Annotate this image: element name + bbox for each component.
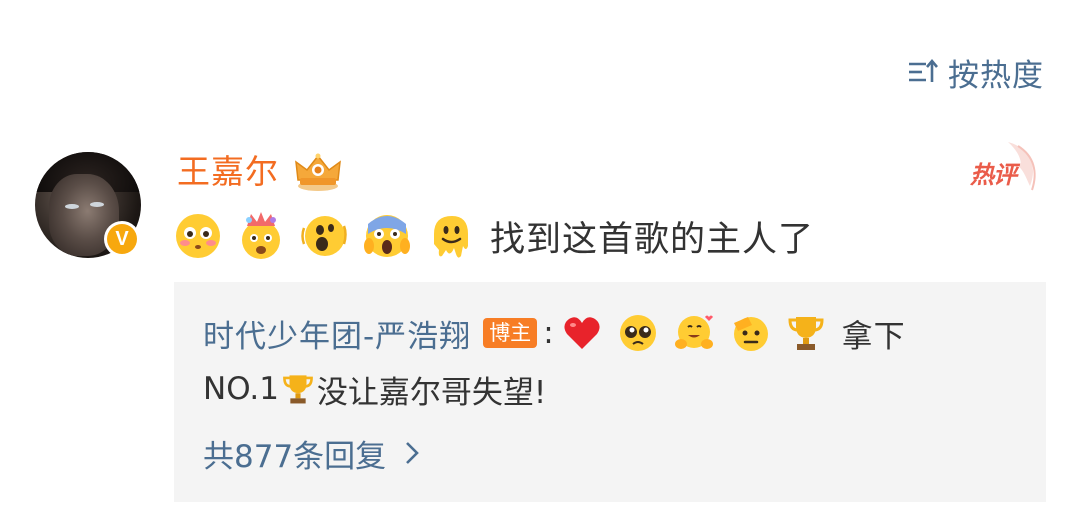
flushed-face-emoji (176, 214, 220, 258)
saluting-face-emoji (733, 317, 768, 351)
verified-badge: V (104, 221, 140, 257)
verified-v-icon: V (107, 224, 137, 254)
chevron-right-icon (406, 442, 420, 464)
comment-text: 找到这首歌的主人了 (490, 219, 815, 260)
hot-comment-label: 热评 (970, 161, 1017, 189)
red-heart-emoji (564, 317, 600, 349)
avatar-eye (65, 204, 79, 209)
reply-text: NO.1 (203, 371, 279, 407)
view-all-replies-link[interactable]: 共877条回复 (203, 430, 420, 476)
reply-line: NO.1 没让嘉尔哥失望! (203, 366, 546, 412)
sort-lines-icon (909, 58, 938, 82)
avatar-eye (90, 202, 104, 207)
trophy-emoji (788, 317, 824, 350)
pleading-face-emoji (619, 315, 656, 351)
comment-content: 找到这首歌的主人了 (174, 204, 814, 268)
exploding-head-emoji (242, 212, 280, 259)
replies-count-label: 共877条回复 (203, 438, 387, 475)
author-tag-badge: 博主 (483, 318, 538, 348)
reply-text: 没让嘉尔哥失望! (316, 374, 547, 411)
reply-colon: : (543, 315, 554, 351)
hugging-face-emoji (674, 315, 713, 349)
reply-line: 时代少年团-严浩翔 博主 : 拿下 (203, 310, 906, 356)
crown-badge-icon[interactable] (292, 152, 344, 192)
woozy-face-emoji (301, 216, 347, 256)
reply-username[interactable]: 时代少年团-严浩翔 (203, 311, 471, 356)
reply-text: 拿下 (841, 318, 906, 355)
sort-label: 按热度 (948, 57, 1044, 94)
trophy-emoji (283, 375, 313, 404)
reply-preview-box[interactable]: 时代少年团-严浩翔 博主 : 拿下 NO.1 没让嘉尔哥失望! 共877条回复 (174, 282, 1046, 502)
screaming-face-emoji (364, 215, 410, 257)
melting-face-emoji (434, 216, 468, 258)
sort-by-hot-button[interactable]: 按热度 (906, 50, 1044, 94)
comment-username[interactable]: 王嘉尔 (177, 150, 279, 194)
